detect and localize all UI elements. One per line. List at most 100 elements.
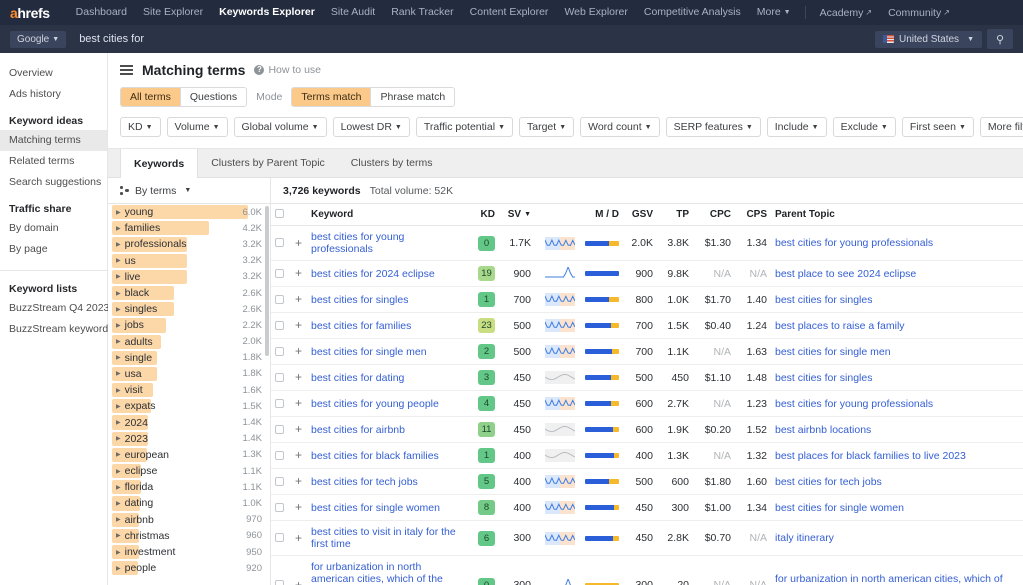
expand-triangle-icon[interactable]: ▶ — [116, 403, 121, 410]
nav-item-more[interactable]: More▼ — [749, 0, 799, 25]
ahrefs-logo[interactable]: ahrefs — [10, 6, 50, 20]
term-row[interactable]: ▶airbnb970 — [108, 512, 270, 528]
table-row[interactable]: +best cities for singles17008001.0K$1.70… — [271, 287, 1023, 313]
table-row[interactable]: +best cities for airbnb114506001.9K$0.20… — [271, 417, 1023, 443]
filter-exclude[interactable]: Exclude▼ — [833, 117, 896, 137]
nav-item-rank-tracker[interactable]: Rank Tracker — [383, 0, 461, 25]
expand-triangle-icon[interactable]: ▶ — [116, 516, 121, 523]
keyword-link[interactable]: best cities to visit in italy for the fi… — [311, 526, 456, 550]
add-keyword-icon[interactable]: + — [295, 578, 302, 585]
expand-triangle-icon[interactable]: ▶ — [116, 370, 121, 377]
how-to-use-link[interactable]: ? How to use — [254, 64, 321, 76]
parent-topic-link[interactable]: best airbnb locations — [775, 424, 871, 436]
parent-topic-link[interactable]: best cities for singles — [775, 294, 872, 306]
term-row[interactable]: ▶visit1.6K — [108, 382, 270, 398]
row-checkbox[interactable] — [275, 321, 284, 330]
expand-triangle-icon[interactable]: ▶ — [116, 338, 121, 345]
term-row[interactable]: ▶20231.4K — [108, 431, 270, 447]
expand-triangle-icon[interactable]: ▶ — [116, 273, 121, 280]
term-row[interactable]: ▶dating1.0K — [108, 495, 270, 511]
column-header-kd[interactable]: KD — [469, 204, 499, 226]
table-row[interactable]: + best cities to visit in italy for the f… — [271, 521, 1023, 556]
add-keyword-icon[interactable]: + — [295, 266, 302, 280]
term-row[interactable]: ▶florida1.1K — [108, 479, 270, 495]
row-checkbox[interactable] — [275, 295, 284, 304]
keyword-link[interactable]: best cities for young professionals — [311, 231, 404, 255]
table-row[interactable]: +best cities for tech jobs5400500600$1.8… — [271, 469, 1023, 495]
column-header-keyword[interactable]: Keyword — [307, 204, 469, 226]
add-keyword-icon[interactable]: + — [295, 531, 302, 545]
keyword-link[interactable]: best cities for young people — [311, 398, 439, 410]
add-keyword-icon[interactable]: + — [295, 292, 302, 306]
expand-triangle-icon[interactable]: ▶ — [116, 565, 121, 572]
term-row[interactable]: ▶investment950 — [108, 544, 270, 560]
sidebar-item-by-domain[interactable]: By domain — [0, 218, 107, 239]
search-button[interactable]: ⚲ — [987, 29, 1013, 49]
add-keyword-icon[interactable]: + — [295, 448, 302, 462]
table-row[interactable]: +best cities for 2024 eclipse199009009.8… — [271, 261, 1023, 287]
nav-item-competitive-analysis[interactable]: Competitive Analysis — [636, 0, 749, 25]
add-keyword-icon[interactable]: + — [295, 370, 302, 384]
row-checkbox[interactable] — [275, 373, 284, 382]
expand-triangle-icon[interactable]: ▶ — [116, 209, 121, 216]
country-selector[interactable]: United States ▼ — [875, 31, 982, 48]
expand-triangle-icon[interactable]: ▶ — [116, 419, 121, 426]
nav-item-academy[interactable]: Academy↗ — [812, 0, 880, 26]
table-row[interactable]: +best cities for young professionals01.7… — [271, 226, 1023, 261]
parent-topic-link[interactable]: best cities for singles — [775, 372, 872, 384]
term-row[interactable]: ▶people920 — [108, 560, 270, 576]
table-row[interactable]: +best cities for single women8400450300$… — [271, 495, 1023, 521]
keyword-link[interactable]: best cities for singles — [311, 294, 408, 306]
parent-topic-link[interactable]: best cities for single men — [775, 346, 891, 358]
keyword-link[interactable]: best cities for 2024 eclipse — [311, 268, 435, 280]
column-header-gsv[interactable]: GSV — [623, 204, 657, 226]
term-row[interactable]: ▶young6.0K — [108, 204, 270, 220]
sidebar-item-related-terms[interactable]: Related terms — [0, 151, 107, 172]
add-keyword-icon[interactable]: + — [295, 474, 302, 488]
sidebar-item-matching-terms[interactable]: Matching terms — [0, 130, 107, 151]
row-checkbox[interactable] — [275, 399, 284, 408]
parent-topic-link[interactable]: best place to see 2024 eclipse — [775, 268, 916, 280]
column-header-parent[interactable]: Parent Topic — [771, 204, 1023, 226]
filter-include[interactable]: Include▼ — [767, 117, 827, 137]
tab-clusters-by-terms[interactable]: Clusters by terms — [338, 149, 446, 177]
nav-item-site-explorer[interactable]: Site Explorer — [135, 0, 211, 25]
add-keyword-icon[interactable]: + — [295, 422, 302, 436]
keyword-link[interactable]: best cities for single women — [311, 502, 440, 514]
row-checkbox[interactable] — [275, 451, 284, 460]
keyword-link[interactable]: best cities for dating — [311, 372, 404, 384]
tab-clusters-by-parent-topic[interactable]: Clusters by Parent Topic — [198, 149, 338, 177]
keyword-link[interactable]: best cities for tech jobs — [311, 476, 418, 488]
filter-volume[interactable]: Volume▼ — [167, 117, 228, 137]
parent-topic-link[interactable]: italy itinerary — [775, 532, 834, 544]
expand-triangle-icon[interactable]: ▶ — [116, 354, 121, 361]
mode-toggle-terms-match[interactable]: Terms match — [292, 88, 371, 106]
parent-topic-link[interactable]: best places to raise a family — [775, 320, 905, 332]
term-row[interactable]: ▶adults2.0K — [108, 334, 270, 350]
filter-more-filters[interactable]: More filters▼ — [980, 117, 1023, 137]
sidebar-item-buzzstream-q4-2023[interactable]: BuzzStream Q4 202334 — [0, 298, 107, 319]
row-checkbox[interactable] — [275, 347, 284, 356]
term-row[interactable]: ▶expats1.5K — [108, 398, 270, 414]
expand-triangle-icon[interactable]: ▶ — [116, 484, 121, 491]
row-checkbox[interactable] — [275, 425, 284, 434]
add-keyword-icon[interactable]: + — [295, 500, 302, 514]
tab-keywords[interactable]: Keywords — [120, 149, 198, 178]
term-row[interactable]: ▶single1.8K — [108, 350, 270, 366]
table-row[interactable]: +best cities for families235007001.5K$0.… — [271, 313, 1023, 339]
nav-item-web-explorer[interactable]: Web Explorer — [556, 0, 635, 25]
expand-triangle-icon[interactable]: ▶ — [116, 257, 121, 264]
term-row[interactable]: ▶european1.3K — [108, 447, 270, 463]
parent-topic-link[interactable]: best cities for young professionals — [775, 237, 933, 249]
parent-topic-link[interactable]: best cities for single women — [775, 502, 904, 514]
expand-triangle-icon[interactable]: ▶ — [116, 322, 121, 329]
add-keyword-icon[interactable]: + — [295, 318, 302, 332]
expand-triangle-icon[interactable]: ▶ — [116, 451, 121, 458]
row-checkbox[interactable] — [275, 503, 284, 512]
expand-triangle-icon[interactable]: ▶ — [116, 290, 121, 297]
filter-traffic-potential[interactable]: Traffic potential▼ — [416, 117, 513, 137]
term-row[interactable]: ▶live3.2K — [108, 269, 270, 285]
add-keyword-icon[interactable]: + — [295, 396, 302, 410]
add-keyword-icon[interactable]: + — [295, 344, 302, 358]
row-checkbox[interactable] — [275, 238, 284, 247]
